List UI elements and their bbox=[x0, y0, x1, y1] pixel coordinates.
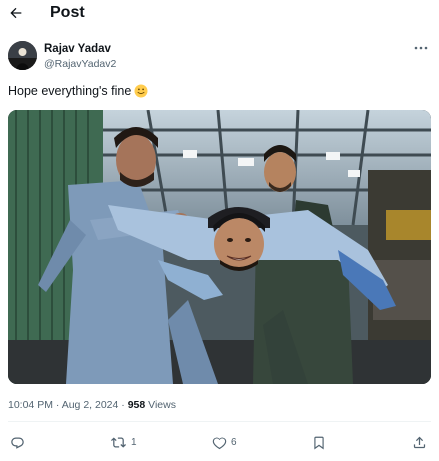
bookmark-icon bbox=[314, 436, 324, 449]
author-display-name[interactable]: Rajav Yadav bbox=[44, 42, 111, 56]
repost-icon bbox=[111, 436, 126, 448]
page-title: Post bbox=[50, 4, 85, 21]
post-actions: 1 6 bbox=[0, 433, 439, 451]
meta-separator-2: · bbox=[121, 399, 125, 411]
repost-count: 1 bbox=[131, 436, 137, 448]
post-text-content: Hope everything's fine bbox=[8, 84, 132, 98]
more-options-button[interactable] bbox=[413, 41, 429, 55]
like-count: 6 bbox=[231, 436, 237, 448]
share-button[interactable] bbox=[412, 433, 427, 451]
post-meta: 10:04 PM · Aug 2, 2024 · 958 Views bbox=[8, 398, 176, 412]
author-handle[interactable]: @RajavYadav2 bbox=[44, 57, 116, 71]
views-count: 958 bbox=[127, 399, 146, 411]
post-time[interactable]: 10:04 PM bbox=[8, 399, 53, 411]
post-image[interactable] bbox=[8, 110, 431, 384]
views-label: Views bbox=[148, 399, 176, 411]
share-icon bbox=[413, 436, 426, 448]
bookmark-button[interactable] bbox=[312, 433, 326, 451]
top-bar: Post bbox=[0, 0, 439, 26]
reply-button[interactable] bbox=[10, 433, 25, 451]
post-author: Rajav Yadav @RajavYadav2 bbox=[8, 41, 431, 73]
avatar[interactable] bbox=[8, 41, 37, 70]
meta-separator: · bbox=[55, 399, 60, 411]
post-text: Hope everything's fine bbox=[8, 83, 148, 99]
post-date[interactable]: Aug 2, 2024 bbox=[62, 399, 119, 411]
more-dots-icon bbox=[414, 46, 428, 50]
heart-icon bbox=[212, 437, 227, 449]
reply-icon bbox=[11, 437, 24, 449]
repost-button[interactable]: 1 bbox=[110, 433, 137, 451]
back-button[interactable] bbox=[6, 3, 26, 23]
slightly-smiling-face-icon bbox=[134, 84, 148, 98]
divider bbox=[8, 421, 431, 422]
like-button[interactable]: 6 bbox=[212, 433, 237, 451]
arrow-left-icon bbox=[10, 7, 22, 19]
